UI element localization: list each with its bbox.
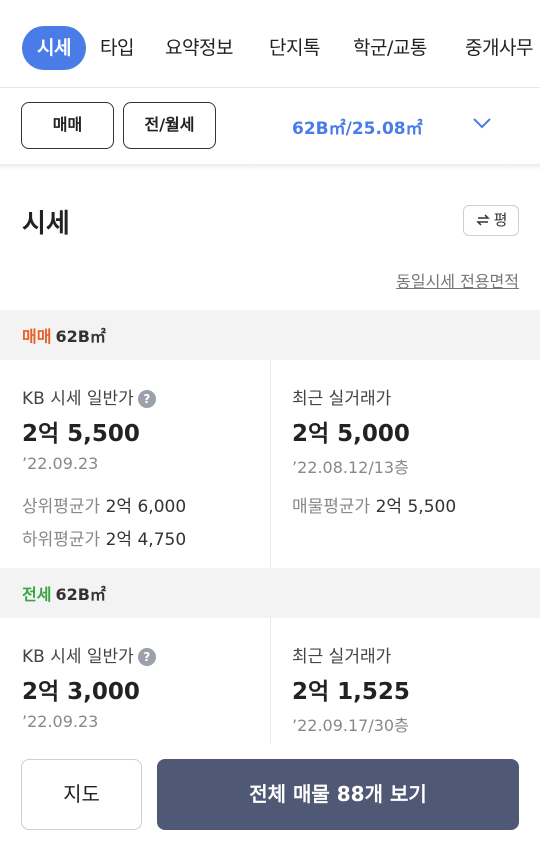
sale-size-label: 62B㎡ bbox=[55, 327, 106, 346]
tab-price[interactable]: 시세 bbox=[22, 26, 86, 70]
jeonse-recent-price: 최근 실거래가 2억 1,525 ’22.09.17/30층 bbox=[292, 642, 410, 736]
tab-complex-talk[interactable]: 단지톡 bbox=[269, 26, 320, 70]
map-button[interactable]: 지도 bbox=[21, 759, 142, 830]
jeonse-kb-price: KB 시세 일반가? 2억 3,000 ’22.09.23 bbox=[22, 642, 156, 731]
recent-price-date: ’22.08.12/13층 bbox=[292, 458, 409, 477]
section-title: 시세 bbox=[22, 209, 70, 239]
kb-price-date: ’22.09.23 bbox=[22, 712, 99, 731]
jeonse-size-label: 62B㎡ bbox=[55, 585, 106, 604]
help-icon[interactable]: ? bbox=[137, 648, 156, 666]
upper-average-value: 2억 6,000 bbox=[105, 497, 187, 517]
help-icon[interactable]: ? bbox=[137, 390, 156, 408]
unit-toggle-button[interactable]: 평 bbox=[463, 205, 519, 236]
tab-agency[interactable]: 중개사무 bbox=[465, 26, 533, 70]
kb-price-label: KB 시세 일반가 bbox=[22, 647, 134, 667]
listing-average-label: 매물평균가 bbox=[292, 497, 371, 517]
kb-price-label: KB 시세 일반가 bbox=[22, 389, 134, 409]
lower-average-label: 하위평균가 bbox=[22, 530, 101, 550]
kb-price-value: 2억 3,000 bbox=[22, 679, 140, 705]
unit-toggle-label: 평 bbox=[493, 211, 508, 229]
recent-price-date: ’22.09.17/30층 bbox=[292, 716, 409, 735]
bottom-action-bar: 지도 전체 매물 88개 보기 bbox=[0, 744, 540, 846]
listing-average-value: 2억 5,500 bbox=[375, 497, 457, 517]
area-selector[interactable]: 62B㎡/25.08㎡ bbox=[292, 114, 423, 139]
recent-price-value: 2억 5,000 bbox=[292, 421, 410, 447]
sale-listing-average: 매물평균가 2억 5,500 bbox=[292, 492, 456, 517]
sale-header: 매매 62B㎡ bbox=[0, 310, 540, 360]
sale-type-label: 매매 bbox=[22, 327, 52, 346]
sale-recent-price: 최근 실거래가 2억 5,000 ’22.08.12/13층 bbox=[292, 384, 410, 478]
view-all-listings-button[interactable]: 전체 매물 88개 보기 bbox=[157, 759, 519, 830]
recent-price-label: 최근 실거래가 bbox=[292, 647, 392, 667]
lower-average-value: 2억 4,750 bbox=[105, 530, 187, 550]
jeonse-price-block: KB 시세 일반가? 2억 3,000 ’22.09.23 최근 실거래가 2억… bbox=[0, 618, 540, 744]
kb-price-value: 2억 5,500 bbox=[22, 421, 140, 447]
column-divider bbox=[270, 360, 271, 568]
jeonse-type-label: 전세 bbox=[22, 585, 52, 604]
tab-summary[interactable]: 요약정보 bbox=[165, 26, 233, 70]
column-divider bbox=[270, 618, 271, 744]
tab-type[interactable]: 타입 bbox=[100, 26, 134, 70]
top-tab-bar: 시세 타입 요약정보 단지톡 학군/교통 중개사무 bbox=[0, 0, 540, 88]
trade-filter-button[interactable]: 매매 bbox=[21, 102, 114, 149]
swap-icon bbox=[475, 214, 490, 226]
chevron-down-icon[interactable] bbox=[472, 116, 492, 130]
filter-divider bbox=[0, 164, 540, 170]
same-price-area-link[interactable]: 동일시세 전용면적 bbox=[396, 268, 519, 292]
upper-average-label: 상위평균가 bbox=[22, 497, 101, 517]
sale-average-prices: 상위평균가 2억 6,000 하위평균가 2억 4,750 bbox=[22, 492, 186, 550]
rent-filter-button[interactable]: 전/월세 bbox=[123, 102, 216, 149]
filter-bar: 매매 전/월세 62B㎡/25.08㎡ bbox=[0, 88, 540, 164]
recent-price-label: 최근 실거래가 bbox=[292, 389, 392, 409]
jeonse-header: 전세 62B㎡ bbox=[0, 568, 540, 618]
sale-kb-price: KB 시세 일반가? 2억 5,500 ’22.09.23 bbox=[22, 384, 156, 473]
recent-price-value: 2억 1,525 bbox=[292, 679, 410, 705]
sale-price-block: KB 시세 일반가? 2억 5,500 ’22.09.23 상위평균가 2억 6… bbox=[0, 360, 540, 568]
tab-school-transport[interactable]: 학군/교통 bbox=[353, 26, 427, 70]
kb-price-date: ’22.09.23 bbox=[22, 454, 99, 473]
